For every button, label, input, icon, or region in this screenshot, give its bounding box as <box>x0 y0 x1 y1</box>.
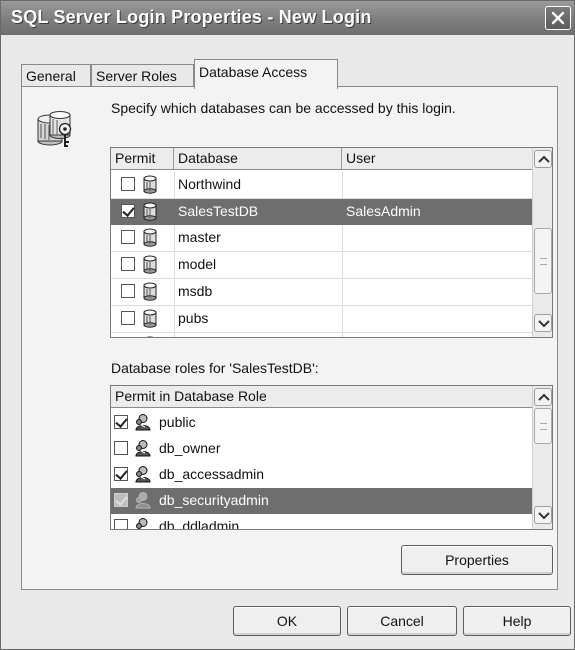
user-role-icon <box>135 492 151 509</box>
login-properties-dialog: SQL Server Login Properties - New Login … <box>0 0 575 650</box>
database-icon <box>146 336 154 337</box>
chevron-down-icon <box>538 512 550 520</box>
scroll-down-button[interactable] <box>534 506 552 524</box>
title-bar[interactable]: SQL Server Login Properties - New Login <box>1 1 574 35</box>
role-name: db_accessadmin <box>159 466 265 482</box>
roles-list-header: Permit in Database Role <box>111 386 534 408</box>
tab-database-access[interactable]: Database Access <box>194 59 338 89</box>
permit-checkbox[interactable] <box>121 284 135 298</box>
database-row[interactable]: pubs <box>111 306 534 332</box>
database-list[interactable]: Permit Database User Northwind SalesTest… <box>110 147 553 338</box>
role-checkbox[interactable] <box>114 441 128 455</box>
database-name: SalesTestDB <box>178 203 259 219</box>
database-icon <box>143 175 157 194</box>
chevron-up-icon <box>538 393 550 401</box>
role-checkbox[interactable] <box>114 519 128 529</box>
database-list-header: Permit Database User <box>111 148 534 170</box>
chevron-down-icon <box>538 320 550 328</box>
database-roles-list[interactable]: Permit in Database Role public db_owner … <box>110 385 553 530</box>
database-user: SalesAdmin <box>346 203 421 219</box>
role-row[interactable]: db_securityadmin <box>111 488 534 514</box>
database-name: tempdb <box>178 337 225 338</box>
role-name: public <box>159 414 196 430</box>
role-row[interactable]: db_accessadmin <box>111 462 534 488</box>
user-role-icon <box>136 518 148 529</box>
database-row[interactable]: tempdb <box>111 333 534 338</box>
ok-button[interactable]: OK <box>233 606 341 636</box>
database-name: master <box>178 229 221 245</box>
scrollbar-thumb[interactable] <box>534 228 552 294</box>
role-name: db_securityadmin <box>159 492 269 508</box>
database-row[interactable]: model <box>111 252 534 278</box>
database-icon <box>143 309 157 328</box>
access-description: Specify which databases can be accessed … <box>111 100 456 116</box>
column-permit-role[interactable]: Permit in Database Role <box>111 386 534 407</box>
tab-general[interactable]: General <box>21 64 91 88</box>
database-access-panel: Specify which databases can be accessed … <box>21 86 558 590</box>
database-icon <box>143 202 157 221</box>
properties-button[interactable]: Properties <box>401 545 553 575</box>
tab-server-roles[interactable]: Server Roles <box>91 64 194 88</box>
database-row[interactable]: Northwind <box>111 172 534 198</box>
roles-label: Database roles for 'SalesTestDB': <box>111 360 319 376</box>
user-role-icon <box>135 466 151 483</box>
scrollbar-thumb[interactable] <box>534 408 552 444</box>
roles-list-scrollbar[interactable] <box>532 386 552 529</box>
role-row[interactable]: public <box>111 410 534 436</box>
role-row[interactable]: db_ddladmin <box>111 514 534 530</box>
database-icon <box>143 228 157 247</box>
database-name: Northwind <box>178 176 242 192</box>
help-button[interactable]: Help <box>463 606 571 636</box>
database-list-scrollbar[interactable] <box>532 148 552 337</box>
user-role-icon <box>135 414 151 431</box>
role-checkbox[interactable] <box>114 467 128 481</box>
database-row[interactable]: msdb <box>111 279 534 305</box>
close-button[interactable] <box>545 6 571 30</box>
column-permit[interactable]: Permit <box>111 148 174 169</box>
database-key-icon <box>37 111 72 147</box>
scroll-down-button[interactable] <box>534 314 552 332</box>
scroll-up-button[interactable] <box>534 150 552 168</box>
window-title: SQL Server Login Properties - New Login <box>11 7 372 27</box>
permit-checkbox[interactable] <box>121 230 135 244</box>
user-role-icon <box>135 440 151 457</box>
permit-checkbox[interactable] <box>121 311 135 325</box>
database-name: pubs <box>178 310 209 326</box>
database-name: model <box>178 256 217 272</box>
close-icon <box>551 11 565 25</box>
database-row[interactable]: master <box>111 225 534 251</box>
role-row[interactable]: db_owner <box>111 436 534 462</box>
database-icon <box>143 255 157 274</box>
database-row[interactable]: SalesTestDB SalesAdmin <box>111 199 534 225</box>
role-name: db_ddladmin <box>159 518 240 530</box>
permit-checkbox[interactable] <box>121 257 135 271</box>
database-name: msdb <box>178 283 213 299</box>
scroll-up-button[interactable] <box>534 388 552 406</box>
chevron-up-icon <box>538 155 550 163</box>
role-name: db_owner <box>159 440 221 456</box>
role-checkbox[interactable] <box>114 415 128 429</box>
permit-checkbox[interactable] <box>121 177 135 191</box>
role-checkbox[interactable] <box>114 493 128 507</box>
cancel-button[interactable]: Cancel <box>347 606 457 636</box>
column-database[interactable]: Database <box>174 148 342 169</box>
column-user[interactable]: User <box>342 148 534 169</box>
database-icon <box>143 282 157 301</box>
permit-checkbox[interactable] <box>121 204 135 218</box>
